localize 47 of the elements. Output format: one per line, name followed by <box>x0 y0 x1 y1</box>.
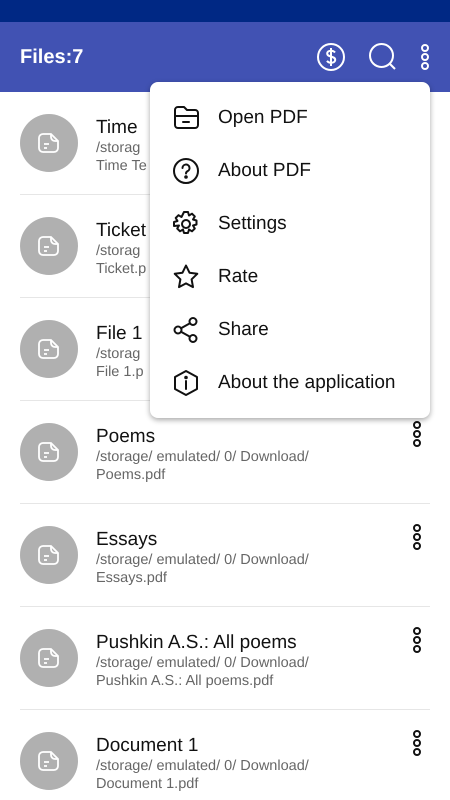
file-name-text: Poems.pdf <box>96 466 166 484</box>
file-name[interactable]: Pushkin A.S.: All poems <box>96 631 297 655</box>
file-name-text: Essays.pdf <box>96 570 167 587</box>
document-icon <box>38 647 60 669</box>
document-icon <box>38 750 60 772</box>
document-icon <box>38 132 60 154</box>
file-name[interactable]: Time <box>96 116 138 140</box>
menu-item[interactable]: Settings <box>150 197 430 250</box>
file-name[interactable]: Essays <box>96 528 158 552</box>
file-path: /storag <box>96 346 140 364</box>
file-name-text: Document 1.pdf <box>96 776 198 793</box>
more-icon[interactable] <box>412 627 422 653</box>
file-name-text: Ticket.p <box>96 260 146 278</box>
menu-item[interactable]: Open PDF <box>150 91 430 144</box>
file-path: /storag <box>96 243 140 260</box>
file-path: /storag <box>96 140 140 158</box>
file-name-text: Time Te <box>96 158 147 175</box>
document-icon <box>38 544 60 566</box>
file-path: /storage/ emulated/ 0/ Download/ <box>96 449 309 466</box>
file-name-text: Pushkin A.S.: All poems.pdf <box>96 672 274 690</box>
more-icon[interactable] <box>412 730 422 756</box>
file-name[interactable]: File 1 <box>96 322 142 346</box>
more-icon[interactable] <box>420 44 430 70</box>
file-name[interactable]: Ticket <box>96 219 146 243</box>
menu-item[interactable]: Rate <box>150 250 430 303</box>
share-icon <box>172 316 200 344</box>
more-icon[interactable] <box>412 524 422 550</box>
file-path: /storage/ emulated/ 0/ Download/ <box>96 552 309 570</box>
document-icon <box>38 441 60 463</box>
info-icon <box>172 368 200 396</box>
menu-item[interactable]: Share <box>150 303 430 356</box>
file-name[interactable]: Document 1 <box>96 734 198 758</box>
more-icon[interactable] <box>412 421 422 447</box>
file-name[interactable]: Poems <box>96 425 156 449</box>
dollar-coin-icon[interactable] <box>316 42 346 72</box>
file-name-text: File 1.p <box>96 364 144 381</box>
app-title: Files:7 <box>20 46 84 68</box>
menu-item[interactable]: About the application <box>150 356 430 409</box>
star-icon <box>172 262 200 290</box>
question-icon <box>172 156 200 184</box>
folder-icon <box>172 104 200 132</box>
search-icon[interactable] <box>368 42 398 72</box>
document-icon <box>38 338 60 360</box>
document-icon <box>38 235 60 257</box>
file-path: /storage/ emulated/ 0/ Download/ <box>96 758 309 776</box>
file-path: /storage/ emulated/ 0/ Download/ <box>96 655 309 672</box>
menu-item[interactable]: About PDF <box>150 144 430 197</box>
